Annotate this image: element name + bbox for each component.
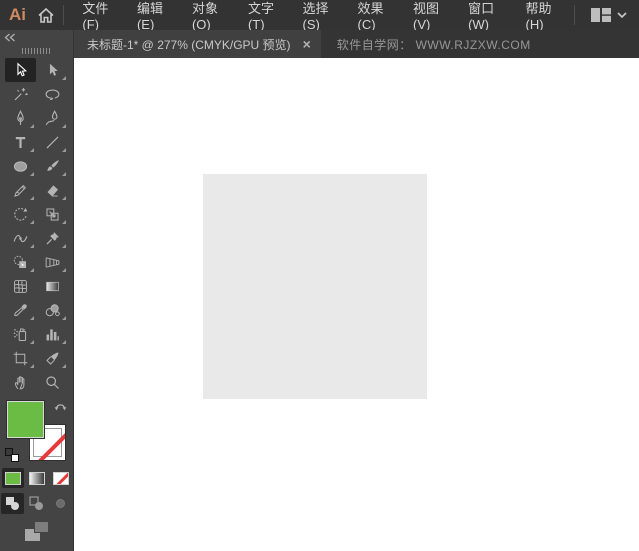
- tool-line-segment[interactable]: [37, 130, 68, 154]
- menu-file[interactable]: 文件(F): [69, 0, 124, 30]
- document-tab-bar: 未标题-1* @ 277% (CMYK/GPU 预览) × 软件自学网： WWW…: [74, 30, 639, 58]
- menu-view[interactable]: 视图(V): [400, 0, 455, 30]
- gradient-button[interactable]: [26, 468, 48, 488]
- menu-separator: [63, 5, 64, 25]
- tool-paintbrush[interactable]: [37, 154, 68, 178]
- tool-grid: [5, 58, 68, 394]
- tool-perspective-grid[interactable]: [37, 250, 68, 274]
- tool-scale[interactable]: [37, 202, 68, 226]
- menu-bar-right: [568, 0, 639, 30]
- tool-type[interactable]: [5, 130, 36, 154]
- document-tab[interactable]: 未标题-1* @ 277% (CMYK/GPU 预览) ×: [74, 30, 321, 58]
- menu-object[interactable]: 对象(O): [179, 0, 235, 30]
- workspace-panels-icon: [591, 7, 611, 23]
- menu-type[interactable]: 文字(T): [235, 0, 290, 30]
- chevron-down-icon: [617, 12, 627, 18]
- tool-zoom[interactable]: [37, 370, 68, 394]
- tool-width[interactable]: [5, 226, 36, 250]
- tool-direct-selection[interactable]: [37, 58, 68, 82]
- tool-symbol-sprayer[interactable]: [5, 322, 36, 346]
- none-button[interactable]: [50, 468, 72, 488]
- menu-bar: Ai 文件(F) 编辑(E) 对象(O) 文字(T) 选择(S) 效果(C) 视…: [0, 0, 639, 30]
- tool-artboard[interactable]: [5, 346, 36, 370]
- tool-curvature[interactable]: [37, 106, 68, 130]
- draw-behind-button[interactable]: [25, 493, 48, 514]
- color-button[interactable]: [2, 468, 24, 488]
- draw-inside-button[interactable]: [49, 493, 72, 514]
- panel-grip-handle[interactable]: [22, 48, 52, 54]
- tool-puppet-warp[interactable]: [37, 226, 68, 250]
- default-fill-stroke-button[interactable]: [5, 448, 19, 462]
- menu-select[interactable]: 选择(S): [290, 0, 345, 30]
- tool-selection[interactable]: [5, 58, 36, 82]
- tool-column-graph[interactable]: [37, 322, 68, 346]
- tool-pen[interactable]: [5, 106, 36, 130]
- drawn-rectangle-object[interactable]: [203, 174, 427, 399]
- menu-window[interactable]: 窗口(W): [455, 0, 512, 30]
- tool-gradient[interactable]: [37, 274, 68, 298]
- illustrator-window: Ai 文件(F) 编辑(E) 对象(O) 文字(T) 选择(S) 效果(C) 视…: [0, 0, 639, 551]
- home-button[interactable]: [36, 4, 57, 26]
- menu-items: 文件(F) 编辑(E) 对象(O) 文字(T) 选择(S) 效果(C) 视图(V…: [69, 0, 568, 30]
- workspace-switcher-button[interactable]: [581, 0, 639, 30]
- menu-effect[interactable]: 效果(C): [345, 0, 401, 30]
- tool-shaper[interactable]: [5, 178, 36, 202]
- close-icon[interactable]: ×: [303, 37, 311, 51]
- tool-rotate[interactable]: [5, 202, 36, 226]
- menu-help[interactable]: 帮助(H): [513, 0, 569, 30]
- tool-ellipse[interactable]: [5, 154, 36, 178]
- tool-shape-builder[interactable]: [5, 250, 36, 274]
- drawing-mode-buttons: [1, 493, 72, 514]
- fill-stroke-controls: [0, 398, 74, 464]
- tool-eraser[interactable]: [37, 178, 68, 202]
- document-canvas[interactable]: [74, 58, 639, 551]
- watermark-text: 软件自学网： WWW.RJZXW.COM: [321, 30, 531, 58]
- tools-panel-header: [0, 30, 73, 44]
- color-type-buttons: [2, 468, 72, 488]
- tool-magic-wand[interactable]: [5, 82, 36, 106]
- tool-blend[interactable]: [37, 298, 68, 322]
- fill-color-swatch[interactable]: [7, 401, 44, 438]
- tool-mesh[interactable]: [5, 274, 36, 298]
- swap-fill-stroke-icon[interactable]: [53, 400, 68, 412]
- document-tab-title: 未标题-1* @ 277% (CMYK/GPU 预览): [87, 36, 291, 53]
- ai-logo: Ai: [0, 5, 36, 25]
- tool-eyedropper[interactable]: [5, 298, 36, 322]
- tool-slice[interactable]: [37, 346, 68, 370]
- menu-edit[interactable]: 编辑(E): [124, 0, 179, 30]
- tool-lasso[interactable]: [37, 82, 68, 106]
- collapse-panel-icon[interactable]: [4, 33, 16, 42]
- tools-panel: [0, 30, 74, 551]
- draw-normal-button[interactable]: [1, 493, 24, 514]
- tool-hand[interactable]: [5, 370, 36, 394]
- home-icon: [38, 8, 54, 23]
- menu-separator: [574, 5, 575, 25]
- screen-mode-button[interactable]: [25, 521, 49, 541]
